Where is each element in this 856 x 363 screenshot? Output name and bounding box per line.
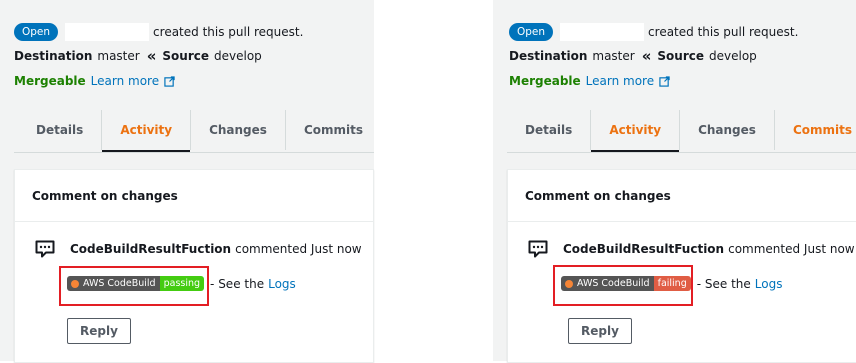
learn-more-link[interactable]: Learn more [91,74,159,88]
see-the-text: - See the [210,276,265,291]
tab-commits[interactable]: Commits [775,110,856,150]
destination-label: Destination [14,49,93,63]
tab-details[interactable]: Details [507,110,590,150]
pull-request-panel-passing: Open created this pull request. Destinat… [0,0,374,363]
status-badge: Open [14,23,59,41]
destination-branch: master [97,49,140,63]
comment-header: CodeBuildResultFuction commented Just no… [35,240,362,258]
pr-tabs: Details Activity Changes Commits [507,110,856,152]
learn-more-link[interactable]: Learn more [586,74,654,88]
author-name-redacted [560,23,645,41]
branch-row: Destination master « Source develop [14,47,262,65]
badge-label: AWS CodeBuild [83,278,156,289]
pull-request-panel-failing: Open created this pull request. Destinat… [493,0,856,363]
comment-icon [35,240,55,258]
comment-icon [528,240,548,258]
merge-status-row: Mergeable Learn more [509,74,670,88]
commented-time: commented Just now [235,242,362,256]
reply-button[interactable]: Reply [67,318,131,344]
tab-changes[interactable]: Changes [680,110,774,150]
card-title: Comment on changes [508,170,856,222]
comment-card: Comment on changes CodeBuildResultFuctio… [14,169,374,363]
codebuild-icon [565,279,573,288]
build-result-row: AWS CodeBuild passing - See the Logs [67,276,296,291]
commenter-name[interactable]: CodeBuildResultFuction [70,242,231,256]
tab-changes[interactable]: Changes [191,110,285,150]
created-text: created this pull request. [153,25,304,39]
commented-time: commented Just now [728,242,855,256]
source-label: Source [657,49,705,63]
author-name-redacted [65,23,150,41]
see-the-text: - See the [696,276,751,291]
tabs-underline [14,152,374,153]
destination-label: Destination [509,49,588,63]
logs-link[interactable]: Logs [755,277,783,291]
tab-commits[interactable]: Commits [286,110,381,150]
badge-label-section: AWS CodeBuild [67,276,160,291]
status-row: Open created this pull request. [509,22,798,42]
codebuild-status-badge[interactable]: AWS CodeBuild failing [561,276,691,291]
source-label: Source [162,49,210,63]
badge-label-section: AWS CodeBuild [561,276,654,291]
comment-header: CodeBuildResultFuction commented Just no… [528,240,855,258]
destination-branch: master [592,49,635,63]
tab-details[interactable]: Details [18,110,101,150]
status-badge: Open [509,23,554,41]
external-link-icon[interactable] [659,75,670,87]
reply-button[interactable]: Reply [568,318,632,344]
source-branch: develop [214,49,262,63]
card-title: Comment on changes [15,170,373,222]
created-text: created this pull request. [648,25,799,39]
comment-card: Comment on changes CodeBuildResultFuctio… [507,169,856,363]
logs-link[interactable]: Logs [268,277,296,291]
commenter-name[interactable]: CodeBuildResultFuction [563,242,724,256]
badge-label: AWS CodeBuild [577,278,650,289]
external-link-icon[interactable] [164,75,175,87]
codebuild-icon [71,279,79,288]
codebuild-status-badge[interactable]: AWS CodeBuild passing [67,276,205,291]
merge-status-row: Mergeable Learn more [14,74,175,88]
badge-status: passing [159,276,205,291]
tab-activity[interactable]: Activity [591,110,680,152]
status-row: Open created this pull request. [14,22,303,42]
tabs-underline [507,152,856,153]
double-chevron-left-icon: « [641,47,652,65]
source-branch: develop [709,49,757,63]
build-result-row: AWS CodeBuild failing - See the Logs [561,276,782,291]
pr-tabs: Details Activity Changes Commits [18,110,381,152]
badge-status: failing [653,276,691,291]
branch-row: Destination master « Source develop [509,47,757,65]
mergeable-status: Mergeable [509,74,581,88]
tab-activity[interactable]: Activity [102,110,191,152]
double-chevron-left-icon: « [146,47,157,65]
mergeable-status: Mergeable [14,74,86,88]
